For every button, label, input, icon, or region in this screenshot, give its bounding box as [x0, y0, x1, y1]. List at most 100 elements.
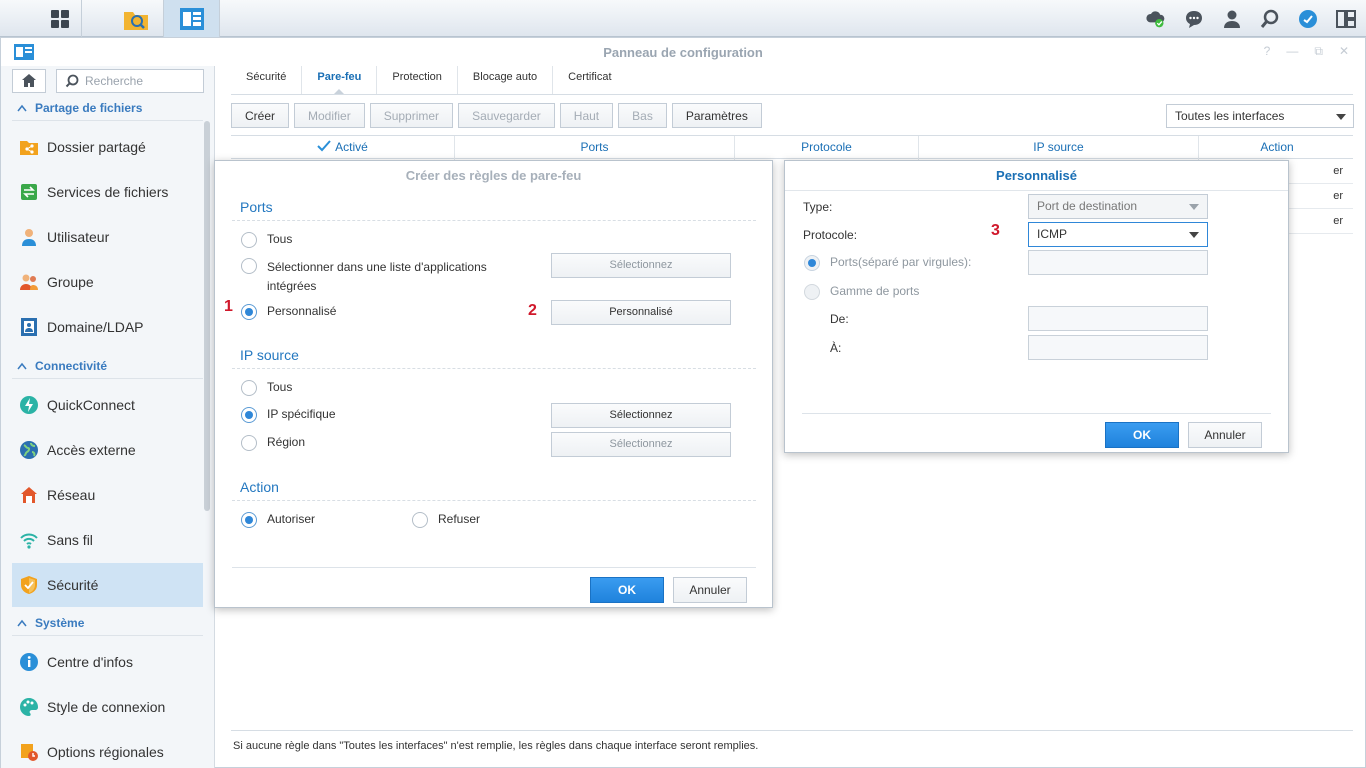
radio-button[interactable]: [241, 258, 257, 274]
type-select-value: Port de destination: [1037, 199, 1138, 213]
column-ports[interactable]: Ports: [455, 136, 735, 160]
tab-auto-block[interactable]: Blocage auto: [458, 66, 554, 94]
radio-button[interactable]: [241, 512, 257, 528]
home-button[interactable]: [12, 69, 46, 93]
window-titlebar[interactable]: Panneau de configuration ? — ⧉ ✕: [1, 38, 1365, 66]
action-deny-radio[interactable]: Refuser: [412, 512, 480, 528]
tab-protection[interactable]: Protection: [377, 66, 458, 94]
sidebar-item-user[interactable]: Utilisateur: [12, 215, 203, 259]
sidebar-item-file-services[interactable]: Services de fichiers: [12, 170, 203, 214]
modify-button[interactable]: Modifier: [294, 103, 365, 128]
ports-list-radio[interactable]: Ports(séparé par virgules):: [804, 255, 971, 271]
interface-select[interactable]: Toutes les interfaces: [1166, 104, 1354, 128]
sidebar-item-regional-options[interactable]: Options régionales: [12, 730, 203, 768]
file-station-icon[interactable]: [108, 0, 164, 37]
control-panel-icon[interactable]: [164, 0, 220, 37]
ok-button[interactable]: OK: [1105, 422, 1179, 448]
port-to-input[interactable]: [1028, 335, 1208, 360]
ip-region-radio[interactable]: Région: [241, 435, 305, 451]
window-layout-icon[interactable]: [1336, 9, 1356, 29]
type-select[interactable]: Port de destination: [1028, 194, 1208, 219]
protocol-select[interactable]: ICMP: [1028, 222, 1208, 247]
radio-button[interactable]: [241, 304, 257, 320]
sidebar-search-input[interactable]: Recherche: [56, 69, 204, 93]
tab-security[interactable]: Sécurité: [231, 66, 303, 94]
sidebar-item-info-center[interactable]: Centre d'infos: [12, 640, 203, 684]
ip-all-radio[interactable]: Tous: [241, 380, 292, 396]
help-icon[interactable]: ?: [1264, 44, 1271, 59]
annotation-1: 1: [224, 298, 233, 315]
sidebar-item-wireless[interactable]: Sans fil: [12, 518, 203, 562]
restore-icon[interactable]: ⧉: [1314, 44, 1323, 59]
cloud-sync-icon[interactable]: [1146, 9, 1166, 29]
ip-specific-select-button[interactable]: Sélectionnez: [551, 403, 731, 428]
column-source-ip[interactable]: IP source: [919, 136, 1199, 160]
action-allow-radio[interactable]: Autoriser: [241, 512, 315, 528]
chat-icon[interactable]: [1184, 9, 1204, 29]
widget-icon[interactable]: [1298, 9, 1318, 29]
column-protocol[interactable]: Protocole: [735, 136, 919, 160]
radio-button[interactable]: [241, 232, 257, 248]
sidebar-item-login-style[interactable]: Style de connexion: [12, 685, 203, 729]
ports-custom-radio[interactable]: Personnalisé: [241, 304, 336, 320]
close-icon[interactable]: ✕: [1339, 44, 1349, 59]
save-button[interactable]: Sauvegarder: [458, 103, 555, 128]
ports-custom-button[interactable]: Personnalisé: [551, 300, 731, 325]
info-icon: [19, 652, 39, 672]
sidebar-item-label: Accès externe: [47, 442, 136, 458]
ports-all-radio[interactable]: Tous: [241, 232, 292, 248]
radio-button[interactable]: [241, 407, 257, 423]
taskbar: [0, 0, 1366, 37]
tab-firewall[interactable]: Pare-feu: [302, 66, 378, 94]
sidebar-item-domain-ldap[interactable]: Domaine/LDAP: [12, 305, 203, 349]
sidebar-item-network[interactable]: Réseau: [12, 473, 203, 517]
radio-button[interactable]: [241, 435, 257, 451]
radio-label: Région: [267, 435, 306, 449]
chevron-up-icon: [17, 619, 27, 627]
cancel-button[interactable]: Annuler: [1188, 422, 1262, 448]
parameters-button[interactable]: Paramètres: [671, 103, 762, 128]
sidebar-item-shared-folder[interactable]: Dossier partagé: [12, 125, 203, 169]
radio-label: Refuser: [438, 512, 481, 526]
user-icon[interactable]: [1222, 9, 1242, 29]
sidebar-item-quickconnect[interactable]: QuickConnect: [12, 383, 203, 427]
ip-region-select-button[interactable]: Sélectionnez: [551, 432, 731, 457]
move-up-button[interactable]: Haut: [559, 103, 614, 128]
radio-button[interactable]: [804, 284, 820, 300]
sidebar-item-external-access[interactable]: Accès externe: [12, 428, 203, 472]
delete-button[interactable]: Supprimer: [369, 103, 454, 128]
sidebar-scrollbar[interactable]: [204, 121, 210, 511]
radio-button[interactable]: [241, 380, 257, 396]
cancel-button[interactable]: Annuler: [673, 577, 747, 603]
section-connectivity[interactable]: Connectivité: [17, 359, 107, 373]
move-down-button[interactable]: Bas: [618, 103, 667, 128]
ports-input[interactable]: [1028, 250, 1208, 275]
protocol-select-value: ICMP: [1037, 227, 1067, 241]
section-file-sharing[interactable]: Partage de fichiers: [17, 101, 142, 115]
sidebar: Recherche Partage de fichiers Dossier pa…: [1, 66, 215, 768]
main-menu-icon[interactable]: [38, 0, 82, 37]
group-icon: [19, 272, 39, 292]
radio-label: Autoriser: [267, 512, 316, 526]
column-action[interactable]: Action: [1199, 136, 1355, 160]
sidebar-item-label: Sans fil: [47, 532, 93, 548]
sidebar-item-group[interactable]: Groupe: [12, 260, 203, 304]
wifi-icon: [19, 530, 39, 550]
create-button[interactable]: Créer: [231, 103, 290, 128]
search-icon[interactable]: [1260, 9, 1280, 29]
port-from-input[interactable]: [1028, 306, 1208, 331]
tab-certificate[interactable]: Certificat: [553, 66, 626, 94]
column-enabled[interactable]: Activé: [231, 136, 455, 160]
radio-button[interactable]: [804, 255, 820, 271]
ports-select-button[interactable]: Sélectionnez: [551, 253, 731, 278]
port-range-radio[interactable]: Gamme de ports: [804, 284, 919, 300]
ip-specific-radio[interactable]: IP spécifique: [241, 407, 336, 423]
section-system[interactable]: Système: [17, 616, 84, 630]
ok-button[interactable]: OK: [590, 577, 664, 603]
dropdown-arrow-icon: [1189, 204, 1199, 210]
column-label: Activé: [335, 140, 368, 154]
radio-button[interactable]: [412, 512, 428, 528]
ports-builtin-list-radio[interactable]: Sélectionner dans une liste d'applicatio…: [241, 258, 487, 296]
sidebar-item-security[interactable]: Sécurité: [12, 563, 203, 607]
minimize-icon[interactable]: —: [1286, 44, 1298, 59]
